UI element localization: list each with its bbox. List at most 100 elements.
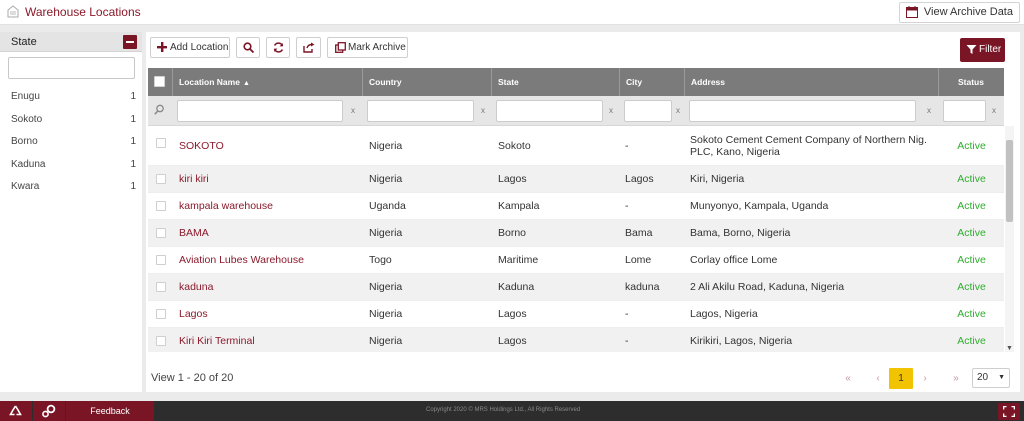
- table-row[interactable]: Aviation Lubes Warehouse Togo Maritime L…: [148, 247, 1004, 274]
- pagination-bar: View 1 - 20 of 20 « ‹ 1 › » 20 ▼: [146, 365, 1020, 392]
- row-checkbox[interactable]: [156, 228, 166, 238]
- table-row[interactable]: Kiri Kiri Terminal Nigeria Lagos - Kirik…: [148, 328, 1004, 352]
- location-name-link[interactable]: kampala warehouse: [179, 193, 359, 219]
- column-header-location-name[interactable]: Location Name ▲: [173, 68, 363, 96]
- country-cell: Nigeria: [369, 173, 403, 185]
- state-filter-panel: State Enugu 1 Sokoto 1 Borno 1 Kaduna 1 …: [0, 32, 142, 392]
- column-header-state[interactable]: State: [492, 68, 620, 96]
- clear-state-filter[interactable]: x: [609, 106, 613, 115]
- scrollbar-thumb[interactable]: [1006, 140, 1013, 222]
- export-button[interactable]: [296, 37, 321, 58]
- mark-archive-button[interactable]: Mark Archive: [327, 37, 408, 58]
- table-row[interactable]: kampala warehouse Uganda Kampala - Munyo…: [148, 193, 1004, 220]
- gears-icon: [42, 404, 56, 418]
- state-panel-title: State: [11, 36, 37, 48]
- view-archive-button[interactable]: View Archive Data: [898, 2, 1020, 23]
- row-checkbox[interactable]: [156, 174, 166, 184]
- clear-country-filter[interactable]: x: [481, 106, 485, 115]
- clear-address-filter[interactable]: x: [927, 106, 931, 115]
- recycle-button[interactable]: [0, 401, 32, 421]
- last-page-button[interactable]: »: [944, 368, 968, 389]
- locations-grid: Location Name ▲ Country State City Addres…: [148, 68, 1004, 126]
- calendar-icon: [905, 6, 918, 18]
- table-row[interactable]: BAMA Nigeria Borno Bama Bama, Borno, Nig…: [148, 220, 1004, 247]
- locations-panel: Add Location Mark Archive Filter Locatio…: [146, 32, 1020, 392]
- filter-country-input[interactable]: [367, 100, 474, 122]
- state-item-sokoto[interactable]: Sokoto 1: [0, 109, 142, 132]
- search-button[interactable]: [236, 37, 260, 58]
- copy-icon: [335, 42, 346, 53]
- row-checkbox[interactable]: [156, 201, 166, 211]
- location-name-link[interactable]: Kiri Kiri Terminal: [179, 328, 359, 352]
- view-archive-label: View Archive Data: [923, 6, 1013, 18]
- grid-scrollbar[interactable]: ▼: [1005, 126, 1014, 352]
- status-badge: Active: [957, 335, 986, 347]
- table-row[interactable]: SOKOTO Nigeria Sokoto - Sokoto Cement Ce…: [148, 126, 1004, 166]
- next-page-button[interactable]: ›: [913, 368, 937, 389]
- filter-address-input[interactable]: [689, 100, 916, 122]
- table-row[interactable]: kiri kiri Nigeria Lagos Lagos Kiri, Nige…: [148, 166, 1004, 193]
- location-name-link[interactable]: Aviation Lubes Warehouse: [179, 247, 359, 273]
- status-badge: Active: [957, 254, 986, 266]
- page-size-select[interactable]: 20 ▼: [972, 368, 1010, 388]
- location-name-link[interactable]: BAMA: [179, 220, 359, 246]
- state-item-borno[interactable]: Borno 1: [0, 131, 142, 154]
- fullscreen-button[interactable]: [998, 403, 1020, 420]
- status-badge: Active: [957, 308, 986, 320]
- status-badge: Active: [957, 173, 986, 185]
- column-header-address[interactable]: Address: [685, 68, 939, 96]
- select-all-checkbox[interactable]: [154, 76, 165, 87]
- record-count: View 1 - 20 of 20: [151, 372, 234, 384]
- location-name-link[interactable]: kaduna: [179, 274, 359, 300]
- search-icon: [243, 42, 254, 53]
- add-location-button[interactable]: Add Location: [150, 37, 230, 58]
- grid-filter-row: x x x x x x: [148, 96, 1004, 126]
- refresh-button[interactable]: [266, 37, 290, 58]
- row-checkbox[interactable]: [156, 255, 166, 265]
- state-item-kaduna[interactable]: Kaduna 1: [0, 154, 142, 177]
- filter-location-name-input[interactable]: [177, 100, 343, 122]
- filter-status: x: [943, 100, 1001, 122]
- city-cell: kaduna: [625, 281, 660, 293]
- settings-button[interactable]: [33, 401, 65, 421]
- collapse-minus-icon[interactable]: [123, 35, 137, 49]
- row-checkbox[interactable]: [156, 282, 166, 292]
- state-item-enugu[interactable]: Enugu 1: [0, 86, 142, 109]
- location-name-link[interactable]: Lagos: [179, 301, 359, 327]
- column-header-country[interactable]: Country: [363, 68, 492, 96]
- country-cell: Nigeria: [369, 335, 403, 347]
- prev-page-button[interactable]: ‹: [866, 368, 890, 389]
- clear-status-filter[interactable]: x: [992, 106, 996, 115]
- state-cell: Borno: [498, 227, 527, 239]
- state-search-input[interactable]: [8, 57, 135, 79]
- row-checkbox[interactable]: [156, 309, 166, 319]
- status-badge: Active: [957, 200, 986, 212]
- table-row[interactable]: kaduna Nigeria Kaduna kaduna 2 Ali Akilu…: [148, 274, 1004, 301]
- filter-button[interactable]: Filter: [960, 38, 1005, 62]
- clear-city-filter[interactable]: x: [676, 106, 680, 115]
- city-cell: Lagos: [625, 173, 654, 185]
- country-cell: Nigeria: [369, 139, 403, 152]
- header: Warehouse Locations View Archive Data: [0, 0, 1024, 25]
- filter-state-input[interactable]: [496, 100, 603, 122]
- feedback-button[interactable]: Feedback: [66, 401, 154, 421]
- city-cell: -: [625, 308, 629, 320]
- table-row[interactable]: Lagos Nigeria Lagos - Lagos, Nigeria Act…: [148, 301, 1004, 328]
- row-checkbox[interactable]: [156, 138, 166, 148]
- status-badge: Active: [957, 139, 986, 152]
- location-name-link[interactable]: SOKOTO: [179, 126, 359, 165]
- filter-city-input[interactable]: [624, 100, 672, 122]
- row-checkbox[interactable]: [156, 336, 166, 346]
- first-page-button[interactable]: «: [836, 368, 860, 389]
- location-name-link[interactable]: kiri kiri: [179, 166, 359, 192]
- current-page[interactable]: 1: [889, 368, 913, 389]
- state-cell: Maritime: [498, 254, 539, 266]
- column-header-status[interactable]: Status: [939, 68, 1004, 96]
- column-header-city[interactable]: City: [620, 68, 685, 96]
- scroll-down-arrow-icon[interactable]: ▼: [1006, 345, 1013, 352]
- state-item-kwara[interactable]: Kwara 1: [0, 176, 142, 199]
- clear-location-name-filter[interactable]: x: [351, 106, 355, 115]
- filter-status-input[interactable]: [943, 100, 986, 122]
- address-cell: Kiri, Nigeria: [690, 173, 745, 185]
- state-list: Enugu 1 Sokoto 1 Borno 1 Kaduna 1 Kwara …: [0, 86, 142, 199]
